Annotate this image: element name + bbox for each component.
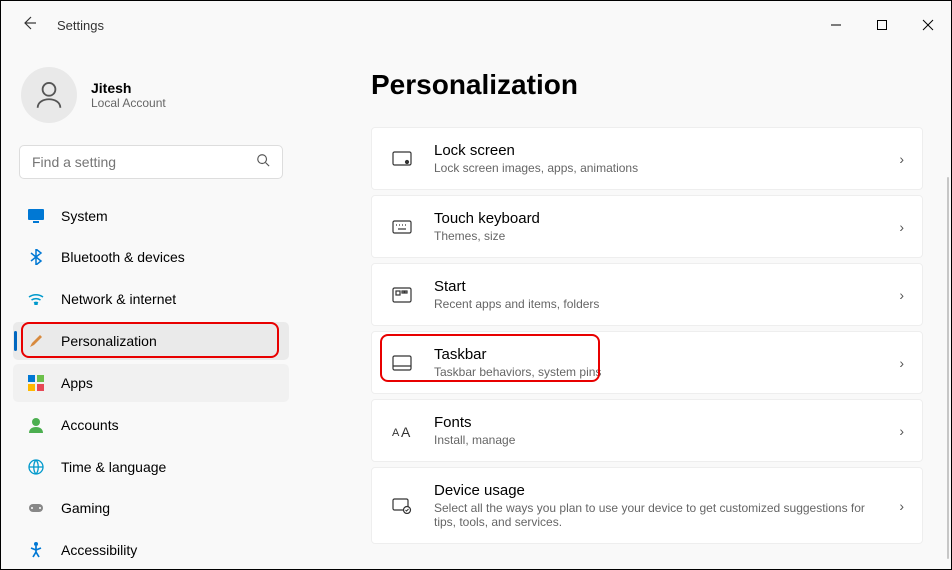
card-taskbar[interactable]: Taskbar Taskbar behaviors, system pins › <box>371 331 923 394</box>
keyboard-icon <box>390 220 414 234</box>
sidebar: Jitesh Local Account System Bluetooth & … <box>1 49 301 569</box>
user-name: Jitesh <box>91 80 166 96</box>
sidebar-item-personalization[interactable]: Personalization <box>13 322 289 360</box>
window-controls <box>813 1 951 49</box>
minimize-button[interactable] <box>813 1 859 49</box>
chevron-right-icon: › <box>899 498 904 514</box>
chevron-right-icon: › <box>899 219 904 235</box>
sidebar-item-system[interactable]: System <box>13 197 289 235</box>
chevron-right-icon: › <box>899 287 904 303</box>
sidebar-item-label: Accounts <box>61 417 119 433</box>
chevron-right-icon: › <box>899 151 904 167</box>
search-icon <box>256 153 270 170</box>
card-title: Taskbar <box>434 346 879 363</box>
device-usage-icon <box>390 498 414 514</box>
svg-text:A: A <box>392 427 400 439</box>
titlebar: Settings <box>1 1 951 49</box>
sidebar-item-accounts[interactable]: Accounts <box>13 406 289 444</box>
sidebar-item-label: Time & language <box>61 459 166 475</box>
card-start[interactable]: Start Recent apps and items, folders › <box>371 263 923 326</box>
titlebar-left: Settings <box>21 15 104 36</box>
gamepad-icon <box>27 499 45 517</box>
card-subtitle: Install, manage <box>434 433 879 447</box>
globe-icon <box>27 458 45 476</box>
svg-text:A: A <box>401 424 411 439</box>
search-input[interactable] <box>32 154 256 170</box>
sidebar-item-label: Network & internet <box>61 291 176 307</box>
lock-screen-icon <box>390 151 414 167</box>
user-info[interactable]: Jitesh Local Account <box>13 59 289 141</box>
sidebar-item-time-language[interactable]: Time & language <box>13 448 289 486</box>
sidebar-item-label: System <box>61 208 108 224</box>
user-account-type: Local Account <box>91 96 166 110</box>
display-icon <box>27 207 45 225</box>
app-title: Settings <box>57 18 104 33</box>
paintbrush-icon <box>27 332 45 350</box>
close-button[interactable] <box>905 1 951 49</box>
fonts-icon: AA <box>390 423 414 439</box>
sidebar-item-network[interactable]: Network & internet <box>13 280 289 318</box>
card-subtitle: Select all the ways you plan to use your… <box>434 501 879 529</box>
card-lock-screen[interactable]: Lock screen Lock screen images, apps, an… <box>371 127 923 190</box>
card-subtitle: Recent apps and items, folders <box>434 297 879 311</box>
chevron-right-icon: › <box>899 423 904 439</box>
card-subtitle: Lock screen images, apps, animations <box>434 161 879 175</box>
card-title: Fonts <box>434 414 879 431</box>
wifi-icon <box>27 290 45 308</box>
card-title: Touch keyboard <box>434 210 879 227</box>
sidebar-item-label: Bluetooth & devices <box>61 249 185 265</box>
sidebar-item-label: Accessibility <box>61 542 137 558</box>
apps-icon <box>27 374 45 392</box>
taskbar-icon <box>390 355 414 371</box>
page-title: Personalization <box>371 69 923 101</box>
maximize-button[interactable] <box>859 1 905 49</box>
sidebar-item-accessibility[interactable]: Accessibility <box>13 531 289 569</box>
card-touch-keyboard[interactable]: Touch keyboard Themes, size › <box>371 195 923 258</box>
card-device-usage[interactable]: Device usage Select all the ways you pla… <box>371 467 923 544</box>
sidebar-item-label: Gaming <box>61 500 110 516</box>
start-icon <box>390 287 414 303</box>
accessibility-icon <box>27 541 45 559</box>
card-fonts[interactable]: AA Fonts Install, manage › <box>371 399 923 462</box>
scrollbar[interactable] <box>947 177 949 559</box>
avatar <box>21 67 77 123</box>
sidebar-item-label: Apps <box>61 375 93 391</box>
back-arrow-icon[interactable] <box>21 15 37 36</box>
card-title: Device usage <box>434 482 879 499</box>
bluetooth-icon <box>27 248 45 266</box>
card-subtitle: Taskbar behaviors, system pins <box>434 365 879 379</box>
chevron-right-icon: › <box>899 355 904 371</box>
card-title: Lock screen <box>434 142 879 159</box>
sidebar-item-apps[interactable]: Apps <box>13 364 289 402</box>
sidebar-item-gaming[interactable]: Gaming <box>13 490 289 528</box>
card-subtitle: Themes, size <box>434 229 879 243</box>
main-content: Personalization Lock screen Lock screen … <box>301 49 951 569</box>
search-box[interactable] <box>19 145 283 179</box>
person-icon <box>27 416 45 434</box>
sidebar-item-bluetooth[interactable]: Bluetooth & devices <box>13 239 289 277</box>
sidebar-item-label: Personalization <box>61 333 157 349</box>
card-title: Start <box>434 278 879 295</box>
